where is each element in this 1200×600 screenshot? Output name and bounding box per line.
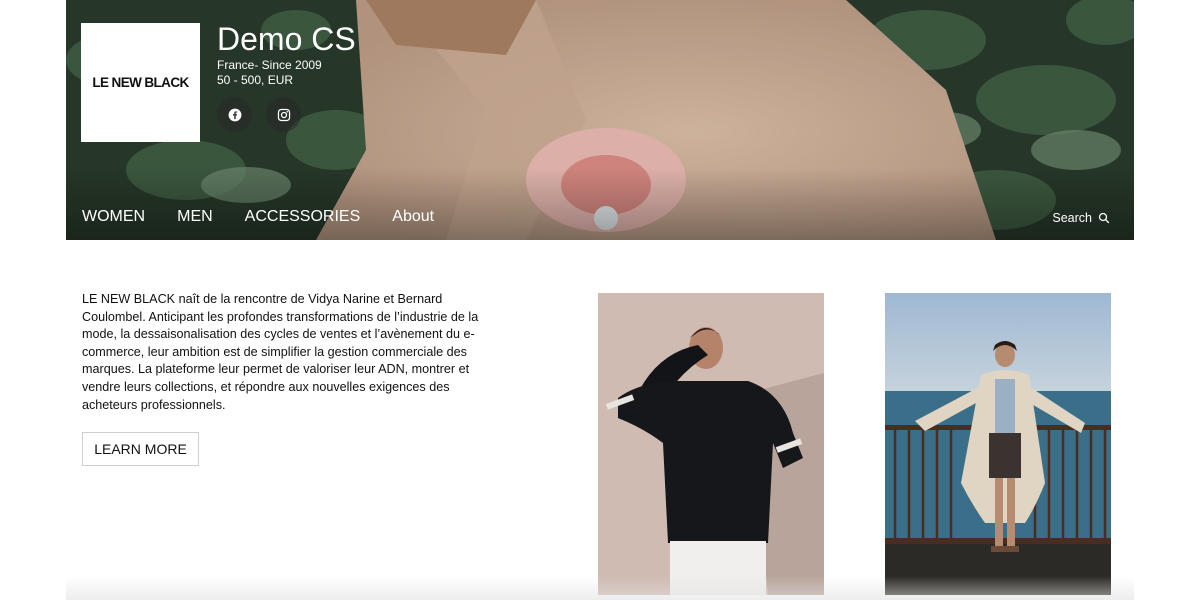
brand-logo[interactable]: LE NEW BLACK bbox=[81, 23, 200, 142]
facebook-icon bbox=[228, 108, 241, 121]
search-label: Search bbox=[1052, 211, 1092, 225]
social-links bbox=[217, 97, 301, 132]
category-nav: WOMEN MEN ACCESSORIES About bbox=[82, 208, 434, 226]
nav-item-women[interactable]: WOMEN bbox=[82, 208, 145, 226]
instagram-button[interactable] bbox=[266, 97, 301, 132]
learn-more-button[interactable]: LEARN MORE bbox=[82, 432, 199, 466]
nav-item-men[interactable]: MEN bbox=[177, 208, 213, 226]
lookbook-photo-1[interactable] bbox=[598, 293, 824, 595]
search-button[interactable]: Search bbox=[1052, 211, 1110, 225]
search-icon bbox=[1098, 212, 1110, 224]
facebook-button[interactable] bbox=[217, 97, 252, 132]
brand-price-range: 50 - 500, EUR bbox=[217, 73, 294, 87]
instagram-icon bbox=[277, 108, 290, 121]
nav-item-about[interactable]: About bbox=[392, 208, 434, 226]
hero-banner: LE NEW BLACK Demo CS France- Since 2009 … bbox=[66, 0, 1134, 240]
brand-name: Demo CS bbox=[217, 21, 356, 57]
nav-item-accessories[interactable]: ACCESSORIES bbox=[245, 208, 361, 226]
brand-origin: France- Since 2009 bbox=[217, 58, 322, 72]
brand-info: Demo CS France- Since 2009 50 - 500, EUR bbox=[217, 20, 356, 88]
about-text: LE NEW BLACK naît de la rencontre de Vid… bbox=[82, 292, 479, 412]
brand-logo-text: LE NEW BLACK bbox=[92, 75, 189, 90]
about-section: LE NEW BLACK naît de la rencontre de Vid… bbox=[66, 240, 1134, 600]
lookbook-photo-2[interactable] bbox=[885, 293, 1111, 595]
